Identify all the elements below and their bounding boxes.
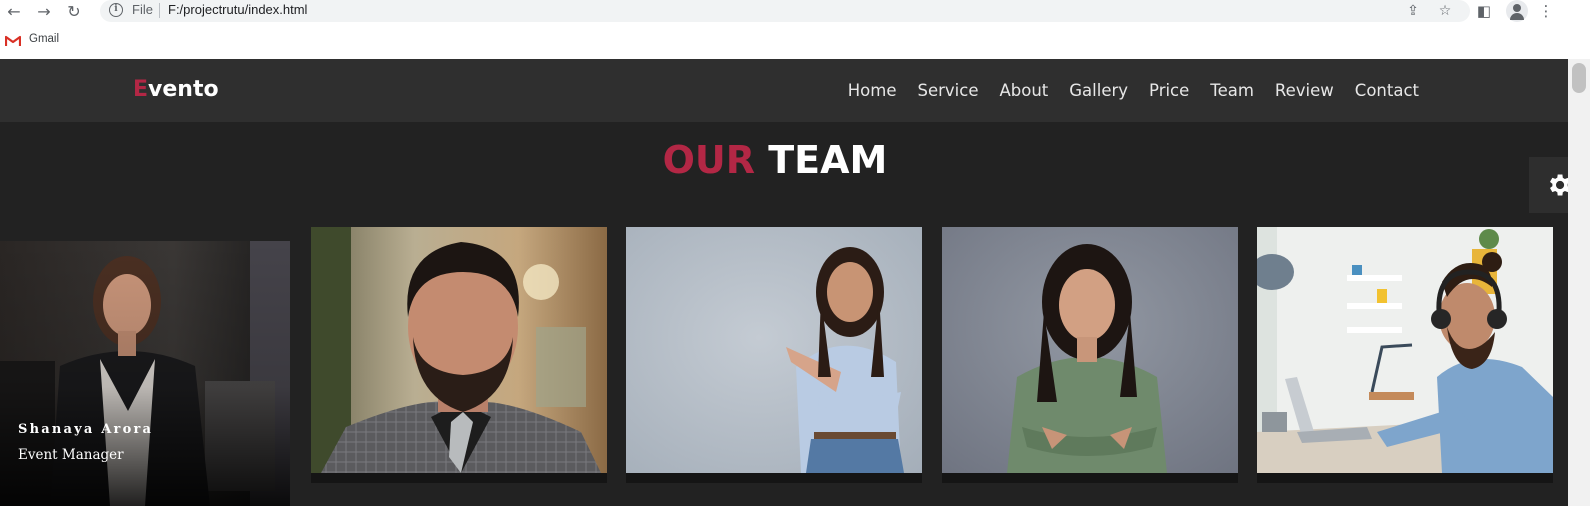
url-scheme-label: File — [132, 2, 153, 17]
nav-gallery[interactable]: Gallery — [1069, 81, 1128, 100]
team-member-photo — [0, 241, 290, 506]
menu-kebab-icon[interactable]: ⋮ — [1536, 1, 1556, 21]
site-header: Evento Home Service About Gallery Price … — [0, 59, 1568, 122]
settings-button[interactable] — [1529, 157, 1568, 213]
nav-home[interactable]: Home — [848, 81, 897, 100]
url-text[interactable]: F:/projectrutu/index.html — [168, 2, 307, 17]
page-viewport: Evento Home Service About Gallery Price … — [0, 59, 1568, 506]
back-arrow-icon[interactable]: ← — [4, 2, 24, 22]
nav-service[interactable]: Service — [917, 81, 978, 100]
profile-avatar-icon[interactable] — [1506, 0, 1528, 22]
nav-team[interactable]: Team — [1210, 81, 1254, 100]
site-logo[interactable]: Evento — [133, 77, 219, 102]
gear-icon — [1550, 174, 1568, 196]
member-name: Shanaya Arora — [18, 422, 154, 437]
reload-icon[interactable]: ↻ — [64, 2, 84, 22]
bookmarks-bar — [0, 30, 1590, 59]
member-role: Event Manager — [18, 447, 124, 463]
star-icon[interactable]: ☆ — [1436, 2, 1454, 20]
info-icon[interactable]: i — [109, 3, 123, 17]
team-member-photo — [1257, 227, 1553, 483]
scrollbar-thumb[interactable] — [1572, 63, 1586, 93]
team-card[interactable] — [942, 227, 1238, 483]
team-member-photo — [942, 227, 1238, 483]
title-white-word: TEAM — [768, 138, 888, 182]
team-member-photo — [626, 227, 922, 483]
browser-toolbar: ← → ↻ i File F:/projectrutu/index.html ⇪… — [0, 0, 1590, 30]
bookmark-gmail[interactable]: Gmail — [29, 33, 59, 45]
gmail-icon[interactable] — [5, 35, 21, 47]
omnibox-divider — [159, 3, 160, 18]
team-card[interactable] — [1257, 227, 1553, 483]
team-card[interactable] — [311, 227, 607, 483]
nav-review[interactable]: Review — [1275, 81, 1334, 100]
logo-text: vento — [148, 77, 219, 102]
section-title: OUR TEAM — [0, 138, 1550, 182]
logo-accent-letter: E — [133, 77, 149, 102]
nav-about[interactable]: About — [999, 81, 1048, 100]
side-panel-icon[interactable]: ◧ — [1474, 1, 1494, 21]
nav-contact[interactable]: Contact — [1355, 81, 1419, 100]
team-member-photo — [311, 227, 607, 483]
forward-arrow-icon[interactable]: → — [34, 2, 54, 22]
share-icon[interactable]: ⇪ — [1404, 2, 1422, 20]
nav-price[interactable]: Price — [1149, 81, 1189, 100]
title-red-word: OUR — [662, 138, 756, 182]
main-nav: Home Service About Gallery Price Team Re… — [848, 81, 1419, 100]
address-bar[interactable]: i File F:/projectrutu/index.html ⇪ ☆ — [100, 0, 1470, 22]
team-card[interactable]: Shanaya Arora Event Manager — [0, 241, 290, 506]
page-scrollbar[interactable] — [1568, 59, 1590, 506]
team-card[interactable] — [626, 227, 922, 483]
